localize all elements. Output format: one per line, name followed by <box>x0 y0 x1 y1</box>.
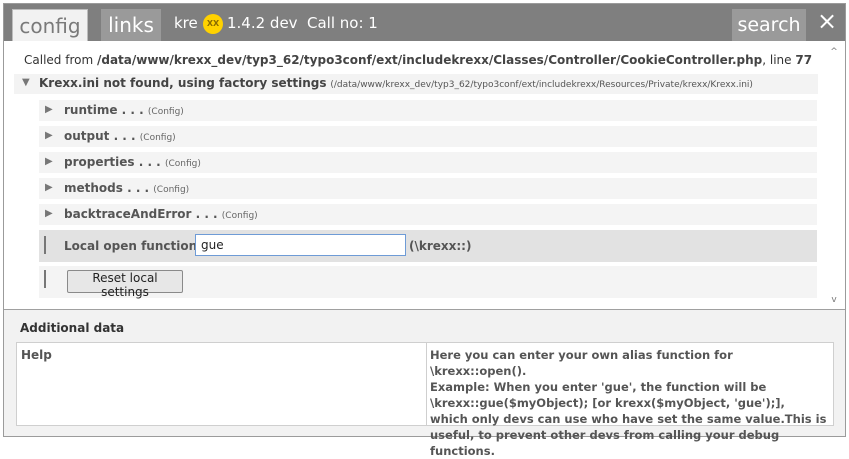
row-marker <box>44 270 46 288</box>
local-open-function-input[interactable] <box>195 234 406 256</box>
help-label: Help <box>21 348 52 362</box>
called-from-line: 77 <box>795 53 813 67</box>
krexx-ini-row[interactable]: ▼ Krexx.ini not found, using factory set… <box>14 74 818 94</box>
settings-group-tag: (Config) <box>164 159 201 169</box>
collapsed-arrow-icon: ▶ <box>45 182 53 193</box>
additional-data-title: Additional data <box>20 321 125 335</box>
config-content: Called from /data/www/krexx_dev/typ3_62/… <box>4 41 845 310</box>
krexx-ini-path: (/data/www/krexx_dev/typ3_62/typo3conf/e… <box>330 80 753 90</box>
called-from: Called from /data/www/krexx_dev/typ3_62/… <box>24 53 812 67</box>
called-from-prefix: Called from <box>24 53 94 67</box>
called-from-path: /data/www/krexx_dev/typ3_62/typo3conf/ex… <box>96 53 763 67</box>
version-label: 1.4.2 dev <box>227 14 298 32</box>
settings-group-tag: (Config) <box>147 107 184 117</box>
expanded-arrow-icon: ▼ <box>22 77 30 88</box>
scroll-down-icon[interactable]: v <box>829 295 839 305</box>
settings-group-label: methods . . . <box>64 181 150 195</box>
krexx-debug-panel: config links kre XX 1.4.2 dev Call no: 1… <box>3 3 846 458</box>
call-number: Call no: 1 <box>307 14 378 32</box>
scroll-up-icon[interactable]: ^ <box>829 47 839 57</box>
settings-group-tag: (Config) <box>153 185 190 195</box>
tab-links[interactable]: links <box>101 9 161 41</box>
local-open-function-row: Local open function (\krexx::) <box>39 230 817 262</box>
help-label-cell: Help <box>17 343 427 425</box>
settings-group-properties[interactable]: ▶ properties . . . (Config) <box>39 152 817 173</box>
settings-group-tag: (Config) <box>139 133 176 143</box>
settings-group-tag: (Config) <box>221 211 258 221</box>
help-text: Here you can enter your own alias functi… <box>430 348 827 458</box>
collapsed-arrow-icon: ▶ <box>45 156 53 167</box>
top-bar: config links kre XX 1.4.2 dev Call no: 1… <box>4 4 845 41</box>
close-icon[interactable]: × <box>816 9 838 33</box>
additional-data-panel: Additional data Help Here you can enter … <box>4 310 845 458</box>
local-open-function-suffix: (\krexx::) <box>409 239 472 253</box>
search-button[interactable]: search <box>732 9 806 41</box>
reset-local-settings-button[interactable]: Reset local settings <box>67 270 183 299</box>
krexx-logo-icon: XX <box>203 14 223 34</box>
collapsed-arrow-icon: ▶ <box>45 104 53 115</box>
local-open-function-label: Local open function <box>64 239 198 253</box>
settings-group-output[interactable]: ▶ output . . . (Config) <box>39 126 817 147</box>
row-marker <box>44 236 46 254</box>
settings-group-label: properties . . . <box>64 155 161 169</box>
krexx-name: kre <box>174 14 198 32</box>
collapsed-arrow-icon: ▶ <box>45 208 53 219</box>
called-from-line-label: , line <box>762 53 792 67</box>
settings-group-methods[interactable]: ▶ methods . . . (Config) <box>39 178 817 199</box>
settings-group-label: output . . . <box>64 129 136 143</box>
settings-group-runtime[interactable]: ▶ runtime . . . (Config) <box>39 100 817 121</box>
tab-config[interactable]: config <box>12 9 88 41</box>
reset-row: Reset local settings <box>39 266 817 299</box>
help-table: Help Here you can enter your own alias f… <box>16 342 834 458</box>
settings-group-label: runtime . . . <box>64 103 144 117</box>
settings-group-backtrace[interactable]: ▶ backtraceAndError . . . (Config) <box>39 204 817 225</box>
collapsed-arrow-icon: ▶ <box>45 130 53 141</box>
settings-group-label: backtraceAndError . . . <box>64 207 218 221</box>
krexx-ini-label: Krexx.ini not found, using factory setti… <box>39 76 327 90</box>
